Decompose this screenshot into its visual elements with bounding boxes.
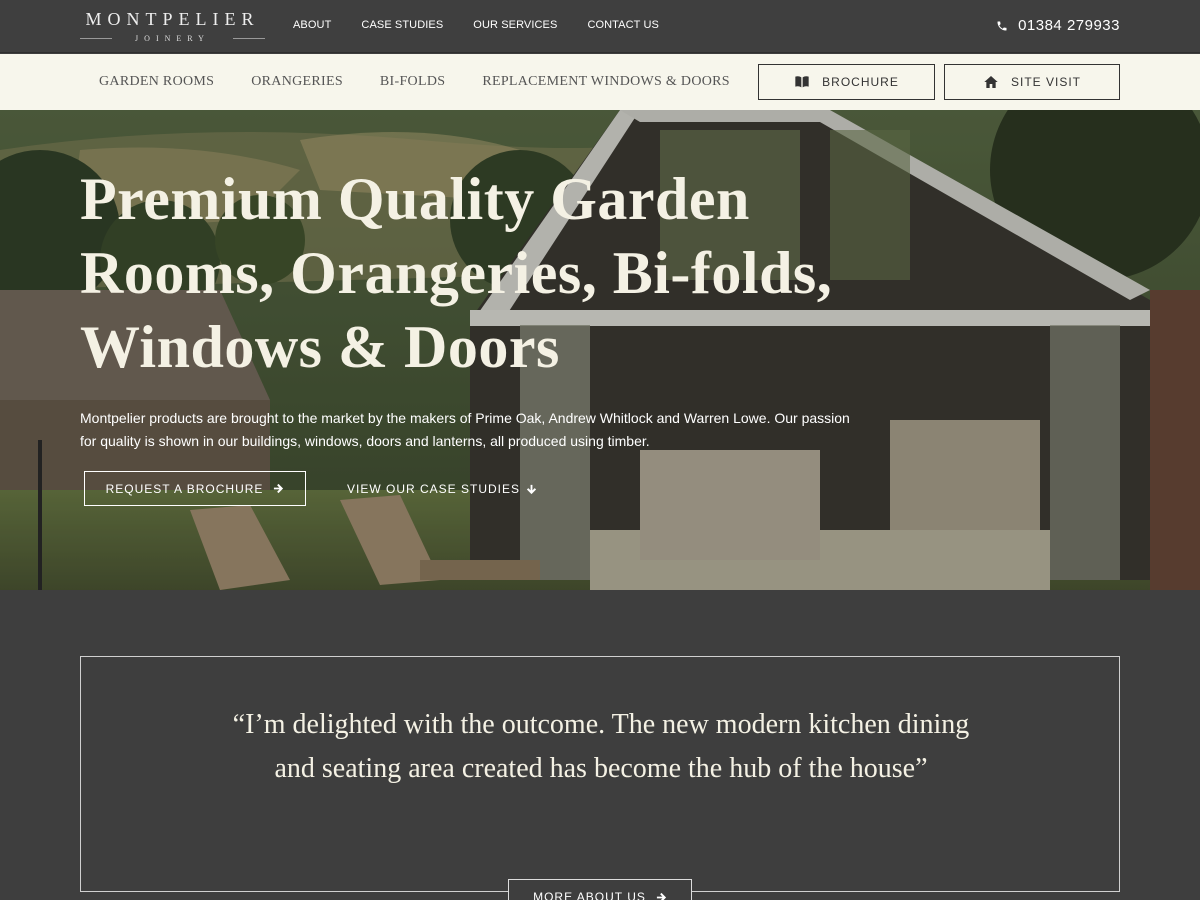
- more-about-us-button[interactable]: MORE ABOUT US: [508, 879, 692, 900]
- request-brochure-label: REQUEST A BROCHURE: [105, 481, 264, 496]
- phone-icon: [997, 21, 1007, 30]
- book-icon: [795, 76, 809, 88]
- phone-link[interactable]: 01384 279933: [996, 17, 1120, 34]
- hero-description: Montpelier products are brought to the m…: [80, 410, 850, 449]
- view-case-studies-link[interactable]: VIEW OUR CASE STUDIES: [347, 482, 537, 496]
- phone-number: 01384 279933: [1018, 17, 1120, 34]
- hero-title: Premium Quality Garden Rooms, Orangeries…: [80, 166, 833, 380]
- topnav-contact-us[interactable]: CONTACT US: [587, 19, 659, 31]
- arrow-right-icon: [274, 483, 284, 494]
- topnav-case-studies[interactable]: CASE STUDIES: [361, 19, 443, 31]
- brand-logo[interactable]: MONTPELIER JOINERY: [80, 9, 265, 45]
- subnav-replacement-windows-doors[interactable]: REPLACEMENT WINDOWS & DOORS: [482, 74, 730, 90]
- logo-rule-left: [80, 38, 112, 39]
- hero: Premium Quality Garden Rooms, Orangeries…: [0, 110, 1200, 590]
- home-icon: [984, 76, 998, 88]
- brand-sub: JOINERY: [135, 34, 210, 43]
- product-bar: GARDEN ROOMS ORANGERIES BI-FOLDS REPLACE…: [0, 54, 1200, 110]
- top-nav: ABOUT CASE STUDIES OUR SERVICES CONTACT …: [293, 19, 659, 31]
- subnav-garden-rooms[interactable]: GARDEN ROOMS: [99, 74, 214, 90]
- subnav-orangeries[interactable]: ORANGERIES: [251, 74, 343, 90]
- brand-sub-row: JOINERY: [80, 33, 265, 45]
- logo-rule-right: [233, 38, 265, 39]
- testimonial-quote: “I’m delighted with the outcome. The new…: [232, 709, 970, 784]
- topnav-about[interactable]: ABOUT: [293, 19, 331, 31]
- brochure-button[interactable]: BROCHURE: [758, 64, 935, 100]
- product-nav: GARDEN ROOMS ORANGERIES BI-FOLDS REPLACE…: [99, 74, 767, 90]
- brand-name: MONTPELIER: [85, 9, 260, 29]
- more-about-us-label: MORE ABOUT US: [533, 890, 646, 900]
- arrow-down-icon: [526, 484, 537, 494]
- top-bar: MONTPELIER JOINERY ABOUT CASE STUDIES OU…: [0, 0, 1200, 53]
- site-visit-label: SITE VISIT: [1010, 75, 1081, 89]
- request-brochure-button[interactable]: REQUEST A BROCHURE: [84, 471, 306, 506]
- site-visit-button[interactable]: SITE VISIT: [944, 64, 1120, 100]
- view-case-studies-label: VIEW OUR CASE STUDIES: [347, 482, 521, 496]
- brochure-label: BROCHURE: [822, 75, 899, 89]
- arrow-right-icon: [656, 892, 666, 900]
- subnav-bi-folds[interactable]: BI-FOLDS: [380, 74, 445, 90]
- topnav-our-services[interactable]: OUR SERVICES: [473, 19, 557, 31]
- testimonial-box: “I’m delighted with the outcome. The new…: [80, 656, 1120, 892]
